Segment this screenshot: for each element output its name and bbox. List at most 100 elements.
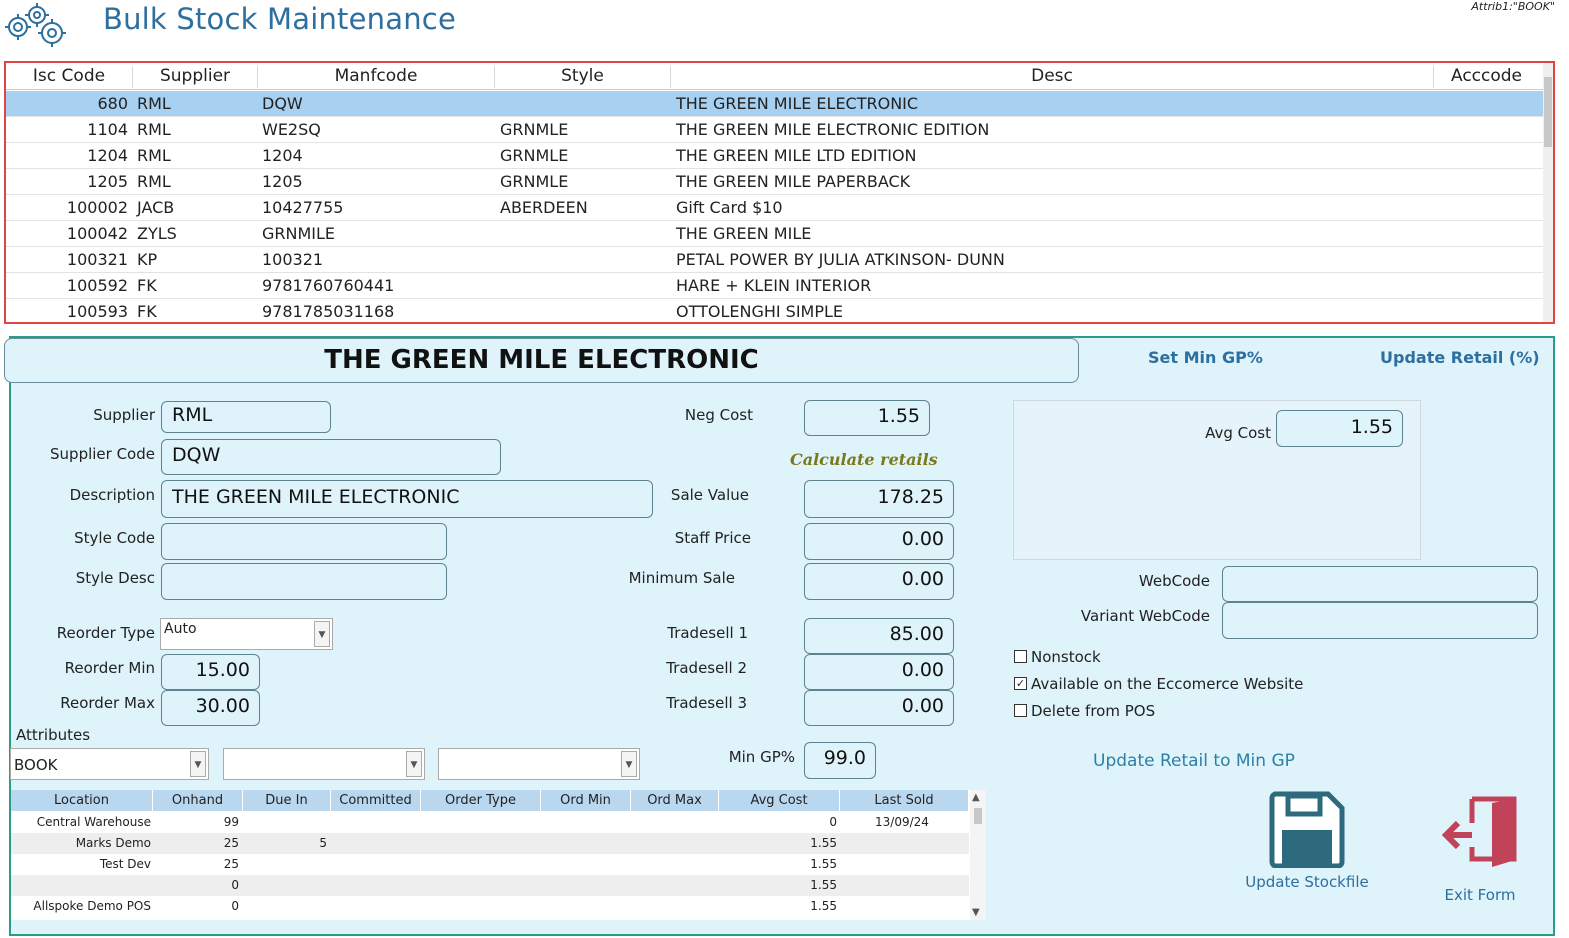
cell-manf: 100321 [262,250,324,269]
update-retail-pct-link[interactable]: Update Retail (%) [1380,348,1540,367]
webcode-field[interactable] [1222,566,1538,602]
variant-webcode-label: Variant WebCode [1080,607,1210,625]
stock-grid[interactable]: Isc Code Supplier Manfcode Style Desc Ac… [4,61,1555,324]
attribute-2-select[interactable]: ▼ [223,748,425,780]
attribute-indicator: Attrib1:"BOOK" [1471,0,1555,13]
col-header-ord-min[interactable]: Ord Min [541,790,631,811]
minimum-sale-label: Minimum Sale [628,569,735,587]
col-header-committed[interactable]: Committed [331,790,421,811]
cell-desc: HARE + KLEIN INTERIOR [676,276,872,295]
variant-webcode-field[interactable] [1222,602,1538,639]
table-row[interactable]: 100002 JACB 10427755 ABERDEEN Gift Card $10 [6,195,1543,221]
col-header-avg-cost[interactable]: Avg Cost [719,790,840,811]
cell-isc: 100592 [66,276,128,295]
chevron-down-icon[interactable]: ▼ [621,751,637,777]
cell-onhand: 0 [231,878,239,892]
cell-manf: WE2SQ [262,120,321,139]
ecommerce-checkbox[interactable]: ✓ [1014,677,1027,690]
exit-form-button[interactable]: Exit Form [1430,795,1530,907]
style-code-field[interactable] [161,523,447,560]
update-stockfile-button[interactable]: Update Stockfile [1240,790,1374,900]
cell-supplier: RML [137,94,171,113]
table-row[interactable]: 100592 FK 9781760760441 HARE + KLEIN INTERI… [6,273,1543,299]
cell-location: Allspoke Demo POS [33,899,151,913]
scroll-down-icon[interactable]: ▼ [972,907,980,918]
supplier-field[interactable]: RML [161,401,331,433]
col-header-manfcode[interactable]: Manfcode [258,66,495,88]
chevron-down-icon[interactable]: ▼ [190,751,206,777]
reorder-type-select[interactable]: Auto ▼ [160,618,333,650]
location-row[interactable]: Marks Demo 25 5 1.55 [11,833,969,854]
cell-isc: 1204 [87,146,128,165]
table-row[interactable]: 1204 RML 1204 GRNMLE THE GREEN MILE LTD EDIT… [6,143,1543,169]
attribute-1-select[interactable]: BOOK ▼ [10,748,209,780]
attributes-label: Attributes [16,726,91,744]
table-row[interactable]: 100042 ZYLS GRNMILE THE GREEN MILE [6,221,1543,247]
ecommerce-label: Available on the Eccomerce Website [1031,675,1304,693]
set-min-gp-link[interactable]: Set Min GP% [1148,348,1263,367]
delete-from-pos-checkbox[interactable] [1014,704,1027,717]
tradesell-1-field[interactable]: 85.00 [804,618,954,654]
stock-grid-scrollbar[interactable] [1543,63,1553,322]
col-header-onhand[interactable]: Onhand [153,790,243,811]
cell-isc: 100593 [66,302,128,321]
location-grid[interactable]: Location Onhand Due In Committed Order T… [11,790,986,920]
tradesell-1-label: Tradesell 1 [667,624,748,642]
description-field[interactable]: THE GREEN MILE ELECTRONIC [161,480,653,518]
tradesell-3-field[interactable]: 0.00 [804,690,954,726]
sale-value-field[interactable]: 178.25 [804,480,954,518]
col-header-isc-code[interactable]: Isc Code [6,66,133,88]
cell-desc: Gift Card $10 [676,198,783,217]
location-row[interactable]: 0 1.55 [11,875,969,896]
location-row[interactable]: Allspoke Demo POS 0 1.55 [11,896,969,917]
page-title: Bulk Stock Maintenance [103,2,456,36]
reorder-max-field[interactable]: 30.00 [161,690,260,726]
col-header-supplier[interactable]: Supplier [133,66,258,88]
neg-cost-field[interactable]: 1.55 [804,400,930,436]
cell-last-sold: 13/09/24 [875,815,929,829]
nonstock-checkbox[interactable] [1014,650,1027,663]
location-grid-scrollbar[interactable]: ▲ ▼ [970,790,986,920]
col-header-acccode[interactable]: Acccode [1434,66,1539,88]
delete-from-pos-label: Delete from POS [1031,702,1156,720]
reorder-min-field[interactable]: 15.00 [161,654,260,690]
scroll-up-icon[interactable]: ▲ [972,792,980,803]
update-retail-to-min-gp-link[interactable]: Update Retail to Min GP [1093,751,1295,771]
style-desc-field[interactable] [161,563,447,600]
nonstock-label: Nonstock [1031,648,1101,666]
col-header-last-sold[interactable]: Last Sold [840,790,969,811]
table-row[interactable]: 100321 KP 100321 PETAL POWER BY JULIA ATKIN… [6,247,1543,273]
col-header-location[interactable]: Location [11,790,153,811]
col-header-due-in[interactable]: Due In [243,790,331,811]
supplier-code-field[interactable]: DQW [161,439,501,475]
chevron-down-icon[interactable]: ▼ [314,621,330,647]
cell-location: Test Dev [99,857,151,871]
cell-location: Central Warehouse [36,815,151,829]
reorder-max-label: Reorder Max [60,694,155,712]
table-row[interactable]: 1104 RML WE2SQ GRNMLE THE GREEN MILE ELECTRO… [6,117,1543,143]
min-gp-label: Min GP% [728,748,795,766]
staff-price-field[interactable]: 0.00 [804,523,954,560]
location-row[interactable]: Central Warehouse 99 0 13/09/24 [11,812,969,833]
cell-isc: 100321 [66,250,128,269]
location-row[interactable]: Test Dev 25 1.55 [11,854,969,875]
supplier-code-label: Supplier Code [50,445,155,463]
table-row[interactable]: 1205 RML 1205 GRNMLE THE GREEN MILE PAPERBAC… [6,169,1543,195]
stock-grid-header: Isc Code Supplier Manfcode Style Desc Ac… [6,63,1551,90]
col-header-desc[interactable]: Desc [671,66,1434,88]
col-header-ord-max[interactable]: Ord Max [631,790,719,811]
table-row[interactable]: 680 RML DQW THE GREEN MILE ELECTRONIC [6,91,1543,117]
cell-supplier: FK [137,276,157,295]
col-header-order-type[interactable]: Order Type [421,790,541,811]
tradesell-3-label: Tradesell 3 [666,694,747,712]
avg-cost-field[interactable]: 1.55 [1276,410,1403,447]
calculate-retails-link[interactable]: Calculate retails [790,450,938,469]
attribute-3-select[interactable]: ▼ [438,748,640,780]
min-gp-field[interactable]: 99.0 [804,742,876,779]
table-row[interactable]: 100593 FK 9781785031168 OTTOLENGHI SIMPLE [6,299,1543,322]
reorder-min-label: Reorder Min [64,659,155,677]
tradesell-2-field[interactable]: 0.00 [804,654,954,690]
col-header-style[interactable]: Style [495,66,671,88]
chevron-down-icon[interactable]: ▼ [406,751,422,777]
minimum-sale-field[interactable]: 0.00 [804,563,954,600]
